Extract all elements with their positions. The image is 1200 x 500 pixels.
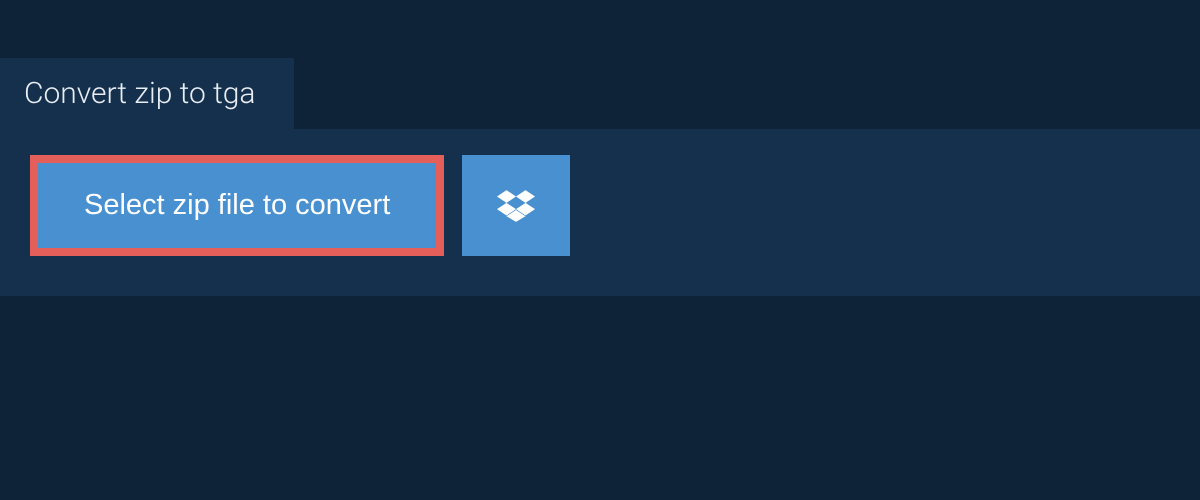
- select-button-highlight: Select zip file to convert: [30, 155, 444, 256]
- select-file-button[interactable]: Select zip file to convert: [38, 163, 436, 248]
- upload-panel: Select zip file to convert: [0, 129, 1200, 296]
- page-title: Convert zip to tga: [24, 76, 256, 111]
- page-title-tab: Convert zip to tga: [0, 58, 294, 129]
- select-file-label: Select zip file to convert: [84, 189, 390, 222]
- button-row: Select zip file to convert: [30, 155, 1170, 256]
- dropbox-button[interactable]: [462, 155, 570, 256]
- dropbox-icon: [497, 187, 535, 225]
